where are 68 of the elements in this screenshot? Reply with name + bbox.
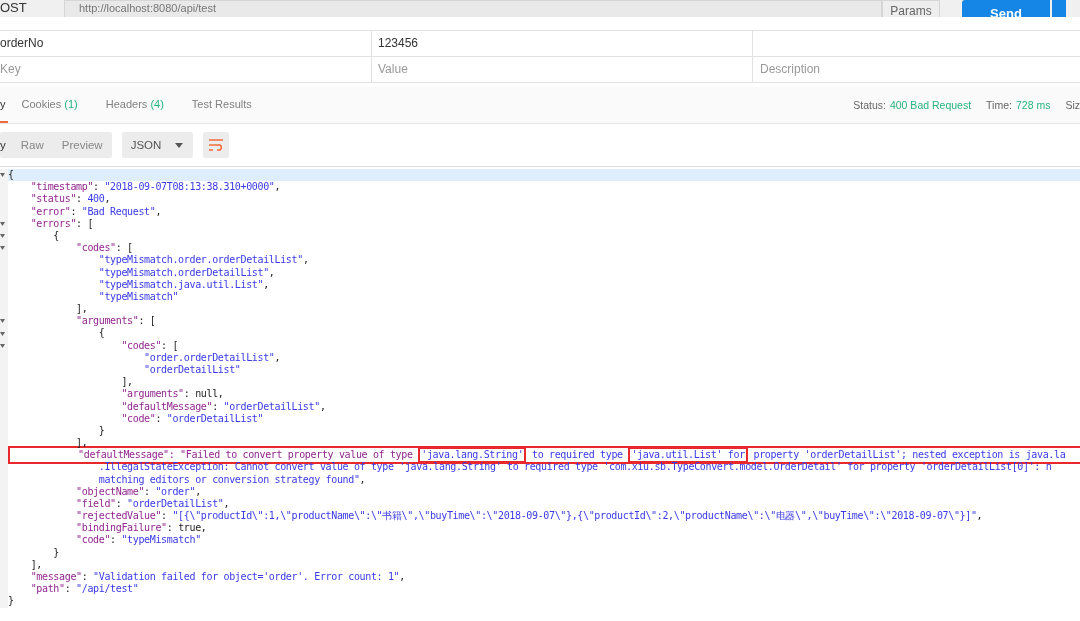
response-tab[interactable]: Headers (4) <box>91 87 178 123</box>
code-line: "typeMismatch.java.util.List", <box>97 278 270 291</box>
meta-label: Time: <box>986 99 1012 111</box>
code-line: "arguments": null, <box>120 388 225 401</box>
code-line: } <box>52 546 61 559</box>
format-dropdown[interactable]: JSON <box>121 132 194 158</box>
code-text: to required type <box>532 449 623 462</box>
code-line: "message": "Validation failed for object='order'. Error count: 1", <box>29 571 406 584</box>
code-line: "codes": [ <box>75 242 134 255</box>
description-placeholder[interactable]: Description <box>753 57 1080 82</box>
code-line: "typeMismatch" <box>97 290 180 304</box>
fold-icon[interactable] <box>0 173 5 178</box>
code-line: "arguments": [ <box>75 315 157 328</box>
code-line: .IllegalStateException: Cannot convert value of type 'java.lang.String' to required type 'com.xiu.sb.TypeConvert.model.OrderDetail' for property 'orderDetailList[0]': n <box>97 461 1053 474</box>
code-line: "code": "typeMismatch" <box>75 534 202 547</box>
view-mode-tab[interactable]: Raw <box>11 132 53 158</box>
code-line: "orderDetailList" <box>143 364 242 377</box>
code-line: "timestamp": "2018-09-07T08:13:38.310+0000", <box>29 181 282 194</box>
fold-icon[interactable] <box>0 331 5 336</box>
code-text: property 'orderDetailList'; nested exception is java.la <box>753 449 1066 462</box>
meta-value: 728 ms <box>1015 99 1051 111</box>
meta-value: 400 Bad Request <box>889 99 972 111</box>
params-button[interactable]: Params <box>882 0 940 17</box>
fold-icon[interactable] <box>0 221 5 226</box>
fold-icon[interactable] <box>0 319 5 324</box>
param-key-cell[interactable]: orderNo <box>0 31 372 56</box>
code-line: "errors": [ <box>29 217 95 230</box>
code-line: ], <box>75 437 89 450</box>
response-tab[interactable]: Cookies (1) <box>7 87 92 123</box>
code-text: "defaultMessage": "Failed to convert property value of type <box>77 449 413 462</box>
url-field[interactable]: http://localhost:8080/api/test <box>64 0 882 17</box>
key-placeholder[interactable]: Key <box>0 57 372 82</box>
code-line: matching editors or conversion strategy found", <box>97 473 367 486</box>
code-line: { <box>52 229 61 243</box>
wrap-lines-icon <box>208 138 225 152</box>
send-button[interactable]: Send <box>962 0 1050 17</box>
response-tab[interactable]: y <box>0 87 8 123</box>
code-line: "codes": [ <box>120 339 180 352</box>
method-selector[interactable]: OST <box>0 0 64 17</box>
fold-icon[interactable] <box>0 246 5 251</box>
meta-label: Siz <box>1065 99 1080 111</box>
code-line: } <box>8 595 15 608</box>
code-line: "field": "orderDetailList", <box>75 497 231 511</box>
code-line: "bindingFailure": true, <box>75 522 208 535</box>
code-line: ], <box>75 303 89 316</box>
code-line: "status": 400, <box>29 193 112 206</box>
code-line: "code": "orderDetailList" <box>120 412 265 425</box>
meta-label: Status: <box>853 99 886 111</box>
code-line: { <box>97 327 106 340</box>
fold-icon[interactable] <box>0 234 5 239</box>
view-mode-tab[interactable]: y <box>0 132 12 158</box>
code-line: "error": "Bad Request", <box>29 205 163 218</box>
code-line: ], <box>29 558 44 571</box>
code-line: "rejectedValue": "[{\"productId\":1,\"productName\":\"书籍\",\"buyTime\":\"2018-09-07\"},{\"productId\":2,\"productName\":\"电器\",\"buyTime\":\"2018-09-07\"}]", <box>75 510 984 523</box>
response-tab[interactable]: Test Results <box>177 87 266 123</box>
fold-icon[interactable] <box>0 343 5 348</box>
code-line: "order.orderDetailList", <box>143 351 282 364</box>
code-line: "typeMismatch.orderDetailList", <box>97 266 276 279</box>
value-placeholder[interactable]: Value <box>372 57 753 82</box>
code-line: ], <box>120 376 134 389</box>
caret-icon <box>175 142 184 148</box>
code-line: "objectName": "order", <box>75 485 202 498</box>
view-mode-tab[interactable]: Preview <box>52 132 112 158</box>
param-value-cell[interactable]: 123456 <box>372 31 753 56</box>
code-line: "defaultMessage": "orderDetailList", <box>120 400 327 413</box>
code-line: "path": "/api/test" <box>29 583 140 596</box>
code-line: "typeMismatch.order.orderDetailList", <box>97 254 310 267</box>
code-line: } <box>97 424 106 438</box>
